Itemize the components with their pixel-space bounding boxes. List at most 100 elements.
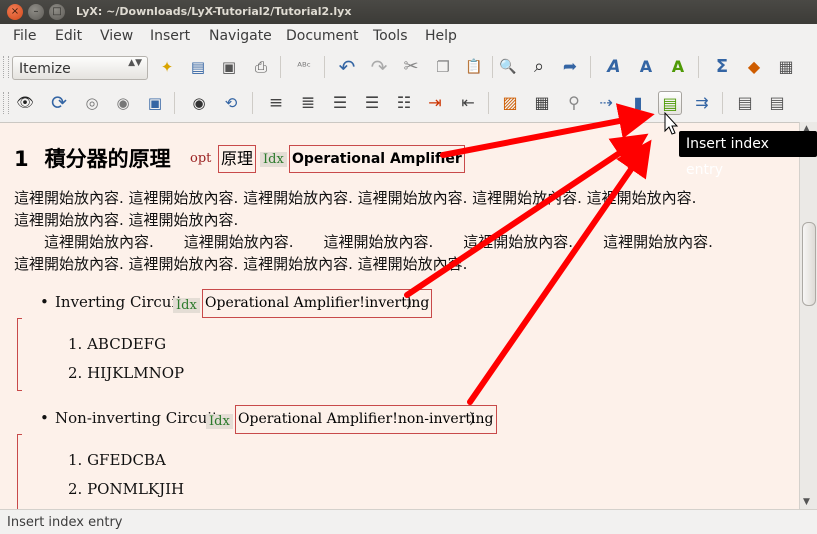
menu-bar: File Edit View Insert Navigate Document … <box>0 24 817 50</box>
insert-figure-float-icon[interactable]: ▨ <box>498 91 522 115</box>
font-emph-icon[interactable]: A <box>602 55 626 79</box>
menu-tools[interactable]: Tools <box>373 28 408 44</box>
enumerated-item: 1. ABCDEFG <box>68 335 167 353</box>
paren-close: ) <box>406 293 412 311</box>
itemize-icon[interactable]: ☰ <box>328 91 352 115</box>
enumerated-item: 2. PONMLKJIH <box>68 480 185 498</box>
window-title: LyX: ~/Downloads/LyX-Tutorial2/Tutorial2… <box>76 5 352 18</box>
scroll-down-icon[interactable]: ▼ <box>803 497 810 507</box>
menu-edit[interactable]: Edit <box>55 28 82 44</box>
idx-label: Idx <box>260 152 287 167</box>
new-document-icon[interactable]: ✦ <box>155 55 179 79</box>
index-inset-label[interactable]: Idx <box>173 293 200 317</box>
section-index-entry[interactable]: Operational Amplifier <box>289 145 465 173</box>
paren-close: ) <box>469 409 475 427</box>
find-replace-icon[interactable]: 🔍 <box>496 55 520 79</box>
view-pdf-icon[interactable]: 👁 <box>13 91 37 115</box>
list-item-text: Inverting Circuit <box>55 293 183 311</box>
paragraph-line: 這裡開始放內容. 這裡開始放內容. <box>14 211 239 229</box>
opt-label: opt <box>190 151 212 166</box>
toolbar-grip[interactable] <box>3 56 9 78</box>
external-view-icon[interactable]: ◉ <box>187 91 211 115</box>
chevron-updown-icon: ▲▼ <box>128 58 142 68</box>
external-update-icon[interactable]: ⟲ <box>219 91 243 115</box>
redo-icon[interactable]: ↷ <box>367 55 391 79</box>
paste-icon[interactable]: 📋 <box>462 55 486 79</box>
index-entry-inset[interactable]: Operational Amplifier!inverting <box>202 289 433 318</box>
short-title-text[interactable]: 原理 <box>218 145 257 173</box>
insert-label-icon[interactable]: ⚲ <box>562 91 586 115</box>
idx-label: Idx <box>173 298 200 313</box>
paragraph-line: 這裡開始放內容. 這裡開始放內容. 這裡開始放內容. 這裡開始放內容. 這裡開始… <box>14 233 713 251</box>
status-bar: Insert index entry <box>0 509 817 534</box>
section-title: 積分器的原理 <box>44 147 171 171</box>
insert-file-icon[interactable]: ➦ <box>558 55 582 79</box>
section-number: 1 <box>14 147 29 171</box>
toolbar-grip[interactable] <box>3 92 9 114</box>
index-entry-inset[interactable]: Operational Amplifier!non-inverting <box>235 405 497 434</box>
minimize-window-button[interactable]: – <box>28 4 44 20</box>
text-style-icon[interactable]: A <box>634 55 658 79</box>
standard-layout-icon[interactable]: ≡ <box>264 91 288 115</box>
menu-help[interactable]: Help <box>425 28 457 44</box>
extra-toolbar: 👁 ⟳ ◎ ◉ ▣ ◉ ⟲ ≡ ≣ ☰ ☰ ☷ ⇥ ⇤ ▨ ▦ ⚲ ⇢ ▮ ▤ … <box>0 86 817 120</box>
paragraph-line: 這裡開始放內容. 這裡開始放內容. 這裡開始放內容. 這裡開始放內容. <box>14 255 468 273</box>
nested-depth-bar <box>17 434 22 510</box>
undo-icon[interactable]: ↶ <box>335 55 359 79</box>
spellcheck-icon[interactable]: ᴬᴮᶜ <box>292 55 316 79</box>
insert-nomenclature-icon[interactable]: ⇉ <box>690 91 714 115</box>
scrollbar-thumb[interactable] <box>802 222 816 306</box>
list-item-text: Non-inverting Circuit <box>55 409 219 427</box>
short-title-inset[interactable]: opt <box>190 145 211 173</box>
menu-insert[interactable]: Insert <box>150 28 190 44</box>
list-item-bullet: • <box>40 409 49 427</box>
insert-graphics-icon[interactable]: ◆ <box>742 55 766 79</box>
list-item-bullet: • <box>40 293 49 311</box>
print-icon[interactable]: ⎙ <box>249 55 273 79</box>
title-bar: × – □ LyX: ~/Downloads/LyX-Tutorial2/Tut… <box>0 0 817 24</box>
close-window-button[interactable]: × <box>7 4 23 20</box>
insert-citation-icon[interactable]: ▮ <box>626 91 650 115</box>
insert-table-icon[interactable]: ▦ <box>774 55 798 79</box>
menu-file[interactable]: File <box>13 28 36 44</box>
copy-icon[interactable]: ❐ <box>431 55 455 79</box>
view-other-icon[interactable]: ◎ <box>80 91 104 115</box>
nested-depth-bar <box>17 318 22 391</box>
enumerate-icon[interactable]: ≣ <box>296 91 320 115</box>
insert-index-entry-button[interactable]: ▤ <box>658 91 682 115</box>
open-document-icon[interactable]: ▤ <box>186 55 210 79</box>
standard-toolbar: Itemize ▲▼ ✦ ▤ ▣ ⎙ ᴬᴮᶜ ↶ ↷ ✂ ❐ 📋 🔍 ⌕ ➦ A… <box>0 50 817 84</box>
index-inset-label[interactable]: Idx <box>260 147 287 171</box>
math-mode-icon[interactable]: Σ <box>710 55 734 79</box>
update-other-icon[interactable]: ◉ <box>111 91 135 115</box>
section-heading[interactable]: 1 積分器的原理 <box>14 143 171 173</box>
view-master-icon[interactable]: ▣ <box>143 91 167 115</box>
save-icon[interactable]: ▣ <box>217 55 241 79</box>
menu-document[interactable]: Document <box>286 28 359 44</box>
index-inset-label[interactable]: Idx <box>206 409 233 433</box>
maximize-window-button[interactable]: □ <box>49 4 65 20</box>
paragraph-style-select[interactable]: Itemize ▲▼ <box>12 56 148 80</box>
description-icon[interactable]: ☰ <box>360 91 384 115</box>
document-workarea[interactable]: 1 積分器的原理 opt 原理 Idx Operational Amplifier… <box>0 122 799 510</box>
lyx-window: × – □ LyX: ~/Downloads/LyX-Tutorial2/Tut… <box>0 0 817 534</box>
increase-depth-icon[interactable]: ⇥ <box>423 91 447 115</box>
insert-table-float-icon[interactable]: ▦ <box>530 91 554 115</box>
idx-label: Idx <box>206 414 233 429</box>
enumerated-item: 1. GFEDCBA <box>68 451 166 469</box>
insert-toc-icon[interactable]: ▤ <box>733 91 757 115</box>
menu-navigate[interactable]: Navigate <box>209 28 272 44</box>
enumerated-item: 2. HIJKLMNOP <box>68 364 185 382</box>
menu-view[interactable]: View <box>100 28 133 44</box>
insert-file-list-icon[interactable]: ▤ <box>765 91 789 115</box>
zoom-icon[interactable]: ⌕ <box>527 55 551 79</box>
paragraph-line: 這裡開始放內容. 這裡開始放內容. 這裡開始放內容. 這裡開始放內容. 這裡開始… <box>14 189 697 207</box>
update-pdf-icon[interactable]: ⟳ <box>47 91 71 115</box>
text-mode-icon[interactable]: A <box>666 55 690 79</box>
paragraph-style-value: Itemize <box>19 61 71 77</box>
decrease-depth-icon[interactable]: ⇤ <box>456 91 480 115</box>
vertical-scrollbar[interactable]: ▲ ▼ <box>799 122 817 509</box>
insert-cross-reference-icon[interactable]: ⇢ <box>594 91 618 115</box>
cut-icon[interactable]: ✂ <box>399 55 423 79</box>
list-icon[interactable]: ☷ <box>392 91 416 115</box>
